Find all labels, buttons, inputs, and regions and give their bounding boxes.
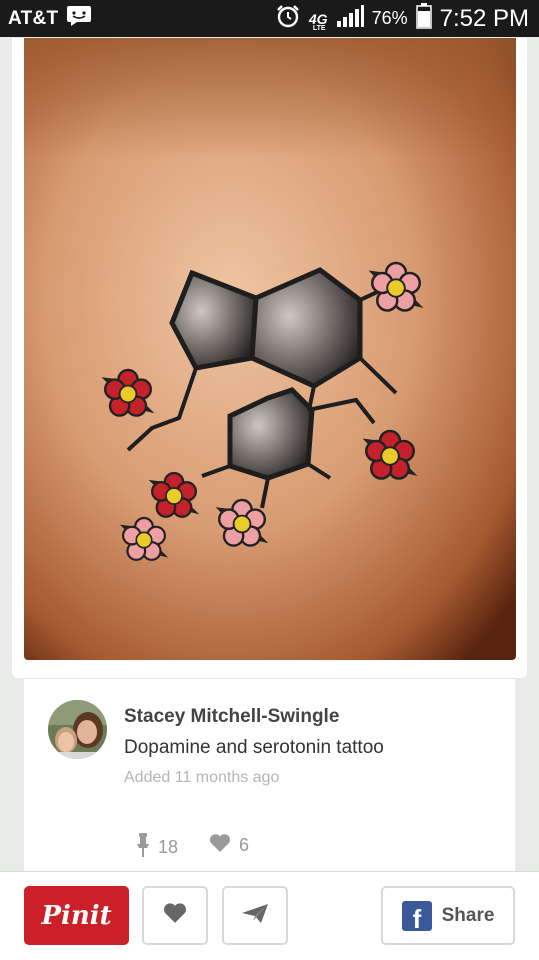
action-bar: Pinit f Share [0, 871, 539, 960]
send-icon [241, 902, 269, 929]
battery-percent: 76% [371, 8, 408, 28]
pinner-name[interactable]: Stacey Mitchell-Swingle [124, 706, 339, 728]
like-count: 6 [209, 833, 249, 858]
pin-info-card: Stacey Mitchell-Swingle Dopamine and ser… [24, 678, 515, 874]
status-bar: AT&T 4G LTE 76% 7:52 PM [0, 0, 539, 37]
pin-it-button[interactable]: Pinit [24, 886, 129, 945]
facebook-share-button[interactable]: f Share [381, 886, 515, 945]
signal-icon [336, 4, 364, 33]
message-icon [66, 5, 92, 32]
like-button[interactable] [142, 886, 208, 945]
facebook-icon: f [401, 900, 432, 931]
clock: 7:52 PM [439, 4, 529, 32]
carrier-label: AT&T [8, 7, 59, 29]
avatar[interactable] [48, 700, 107, 759]
like-count-value: 6 [239, 835, 250, 855]
pin-image[interactable] [24, 38, 516, 660]
pin-icon [136, 833, 150, 862]
alarm-icon [275, 3, 301, 34]
heart-icon [163, 902, 187, 929]
repin-count-value: 18 [158, 837, 179, 857]
share-label: Share [441, 904, 495, 926]
network-indicator: 4G LTE [308, 10, 328, 32]
battery-icon [415, 3, 432, 34]
send-button[interactable] [222, 886, 288, 945]
pin-timestamp: Added 11 months ago [124, 769, 280, 786]
repin-count: 18 [136, 833, 178, 862]
pin-description: Dopamine and serotonin tattoo [124, 737, 384, 758]
heart-icon [209, 833, 231, 858]
